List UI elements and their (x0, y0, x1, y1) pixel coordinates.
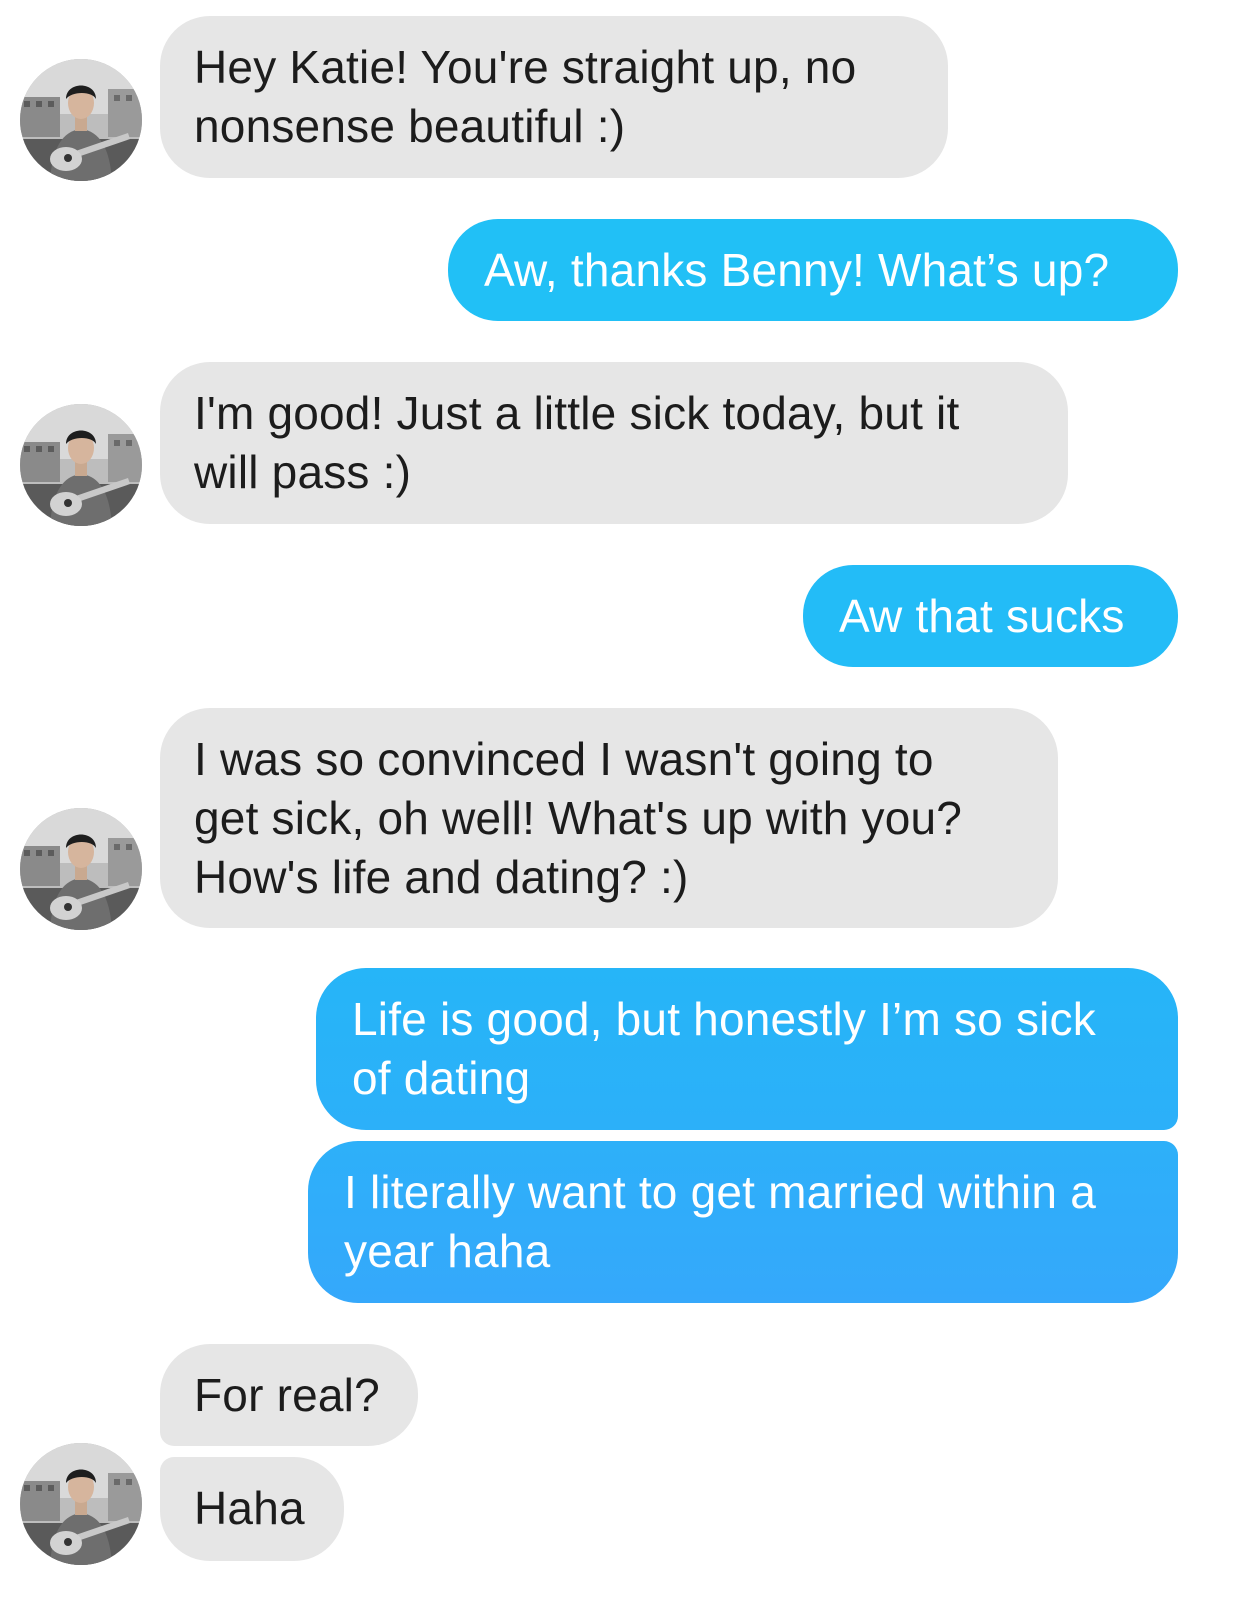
guitar-player-avatar-icon (20, 59, 142, 181)
message-bubble-incoming[interactable]: For real? (160, 1344, 418, 1446)
guitar-player-avatar-icon (20, 808, 142, 930)
message-bubble-incoming[interactable]: Hey Katie! You're straight up, no nonsen… (160, 16, 948, 178)
guitar-player-avatar-icon (20, 1443, 142, 1565)
message-bubble-incoming[interactable]: I was so convinced I wasn't going to get… (160, 708, 1058, 928)
message-bubble-incoming[interactable]: I'm good! Just a little sick today, but … (160, 362, 1068, 524)
message-bubble-outgoing[interactable]: Life is good, but honestly I’m so sick o… (316, 968, 1178, 1130)
message-bubble-outgoing[interactable]: I literally want to get married within a… (308, 1141, 1178, 1303)
contact-avatar[interactable] (20, 59, 142, 181)
contact-avatar[interactable] (20, 1443, 142, 1565)
message-bubble-outgoing[interactable]: Aw, thanks Benny! What’s up? (448, 219, 1178, 321)
message-bubble-outgoing[interactable]: Aw that sucks (803, 565, 1178, 667)
guitar-player-avatar-icon (20, 404, 142, 526)
contact-avatar[interactable] (20, 404, 142, 526)
message-bubble-incoming[interactable]: Haha (160, 1457, 344, 1561)
contact-avatar[interactable] (20, 808, 142, 930)
